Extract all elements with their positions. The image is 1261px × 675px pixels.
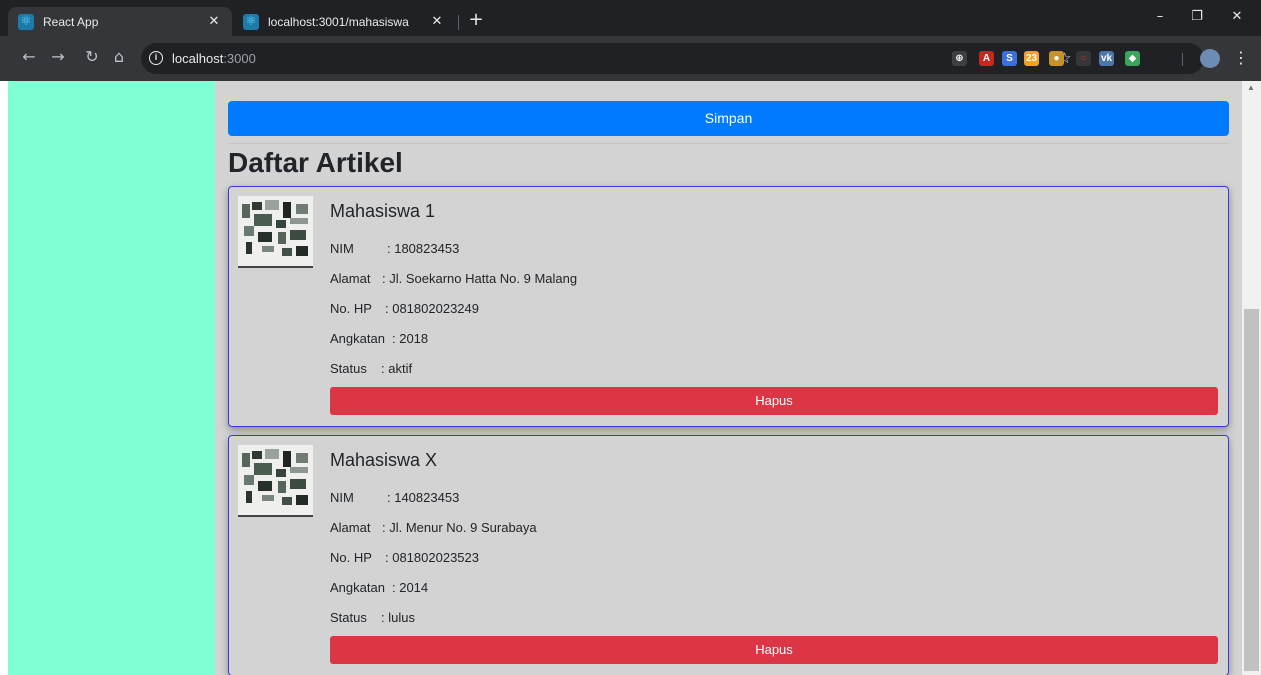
home-icon[interactable]: ⌂ [109,47,129,69]
menu-kebab-icon[interactable]: ⋮ [1233,48,1249,67]
reload-icon[interactable]: ↻ [82,47,102,69]
new-tab-button[interactable]: + [466,9,486,31]
nim-row: NIM : 140823453 [330,490,459,505]
thumbnail-underline [238,515,313,517]
hp-label: No. HP [330,301,372,316]
s-extension-icon[interactable]: S [1002,51,1017,66]
forward-icon[interactable]: → [48,47,68,69]
angkatan-value: : 2018 [392,331,429,346]
nim-label: NIM [330,490,354,505]
article-thumbnail [238,196,313,268]
alamat-value: : Jl. Menur No. 9 Surabaya [382,520,537,535]
address-bar[interactable]: i localhost:3000 ☆ [141,43,1204,74]
tab-title: localhost:3001/mahasiswa [268,14,409,29]
calendar-icon[interactable]: 23 [1024,51,1039,66]
tab-react-app[interactable]: ⚛ React App ✕ [8,7,232,36]
react-favicon-icon: ⚛ [243,13,259,30]
red-circle-icon[interactable]: ○ [1076,51,1091,66]
url-host: localhost [172,51,224,66]
alamat-row: Alamat : Jl. Soekarno Hatta No. 9 Malang [330,271,577,286]
back-icon[interactable]: ← [19,47,39,69]
browser-window: ⚛ React App ✕ ⚛ localhost:3001/mahasiswa… [0,0,1261,675]
alamat-label: Alamat [330,271,371,286]
angkatan-row: Angkatan : 2018 [330,331,428,346]
cookie-icon[interactable]: ● [1049,51,1064,66]
main-content: Simpan Daftar Artikel Mahasiswa 1 NIM: … [215,81,1242,675]
status-row: Status : aktif [330,361,412,376]
status-value: : lulus [381,610,415,625]
student-name: Mahasiswa X [330,450,438,470]
vertical-scrollbar[interactable]: ▲ [1242,81,1261,675]
tab-separator [458,15,459,30]
profile-avatar[interactable] [1200,49,1220,68]
nim-value: : 180823453 [387,241,460,256]
alamat-row: Alamat : Jl. Menur No. 9 Surabaya [330,520,537,535]
hp-value: : 081802023523 [385,550,479,565]
nim-value: : 140823453 [387,490,460,505]
angkatan-label: Angkatan [330,580,385,595]
tab-strip: ⚛ React App ✕ ⚛ localhost:3001/mahasiswa… [0,0,1261,36]
save-button[interactable]: Simpan [228,101,1229,136]
info-icon[interactable]: i [149,51,163,65]
close-tab-icon[interactable]: ✕ [429,14,445,29]
status-label: Status [330,610,367,625]
delete-button[interactable]: Hapus [330,636,1218,664]
close-tab-icon[interactable]: ✕ [206,14,222,29]
green-extension-icon[interactable]: ◆ [1125,51,1140,66]
angkatan-value: : 2014 [392,580,429,595]
hp-label: No. HP [330,550,372,565]
sidebar [8,81,215,675]
browser-toolbar: ← → ↻ ⌂ i localhost:3000 ☆ ⊕ A S 23 ● ○ vk ◆ ⋮ [0,36,1261,81]
angkatan-label: Angkatan [330,331,385,346]
article-thumbnail [238,445,313,517]
hp-row: No. HP : 081802023523 [330,550,479,565]
alamat-value: : Jl. Soekarno Hatta No. 9 Malang [382,271,578,286]
scroll-up-arrow-icon[interactable]: ▲ [1247,83,1255,92]
angkatan-row: Angkatan : 2014 [330,580,428,595]
thumbnail-image [238,445,313,517]
thumbnail-image [238,196,313,268]
minimize-button[interactable]: – [1148,9,1172,29]
student-name: Mahasiswa 1 [330,201,436,221]
delete-button[interactable]: Hapus [330,387,1218,415]
nim-row: NIM : 180823453 [330,241,459,256]
tab-title: React App [43,14,99,29]
tab-mahasiswa[interactable]: ⚛ localhost:3001/mahasiswa ✕ [233,7,455,36]
hp-row: No. HP : 081802023249 [330,301,479,316]
status-value: : aktif [381,361,413,376]
scrollbar-thumb[interactable] [1244,309,1259,671]
page-title: Daftar Artikel [228,147,403,178]
url-port: :3000 [223,51,256,66]
toolbar-separator [1182,53,1183,66]
status-label: Status [330,361,367,376]
student-card: Mahasiswa X NIM : 140823453 Alamat : Jl. M… [228,435,1229,675]
alamat-label: Alamat [330,520,371,535]
acrobat-icon[interactable]: A [979,51,994,66]
student-card: Mahasiswa 1 NIM : 180823453 Alamat : Jl. S… [228,186,1229,427]
vk-icon[interactable]: vk [1099,51,1114,66]
hp-value: : 081802023249 [385,301,479,316]
nim-label: NIM [330,241,354,256]
url-text[interactable]: localhost:3000 [172,51,256,66]
page-viewport: Simpan Daftar Artikel Mahasiswa 1 NIM: … [0,81,1261,675]
status-row: Status : lulus [330,610,415,625]
close-window-button[interactable]: ✕ [1225,9,1249,29]
react-favicon-icon: ⚛ [18,13,34,30]
thumbnail-underline [238,266,313,268]
h-extension-icon[interactable]: ⊕ [952,51,967,66]
restore-button[interactable]: ❐ [1185,9,1209,29]
